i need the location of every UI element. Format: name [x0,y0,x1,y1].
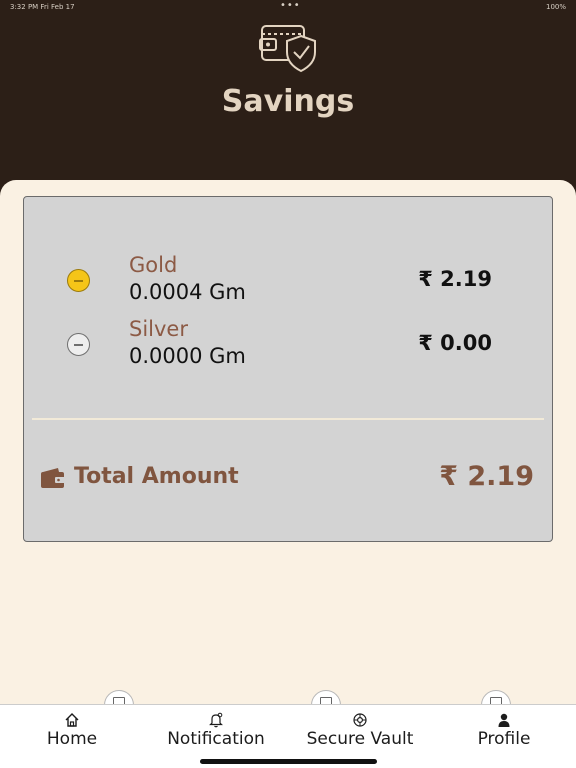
holding-row-gold[interactable]: Gold 0.0004 Gm ₹ 2.19 [24,253,552,305]
tab-notification[interactable]: Notification [144,712,288,752]
vault-icon [353,713,367,727]
holding-weight: 0.0004 Gm [129,280,246,304]
bell-icon [209,712,223,728]
person-icon [498,713,510,727]
holding-amount: ₹ 2.19 [418,267,492,291]
gold-coin-icon [67,269,90,292]
tab-label: Secure Vault [306,729,414,749]
holding-name: Gold [129,253,178,277]
total-label: Total Amount [74,464,239,489]
home-icon [65,713,79,727]
total-amount: ₹ 2.19 [439,461,534,492]
wallet-shield-icon [259,25,316,73]
total-row: Total Amount ₹ 2.19 [24,461,552,501]
tab-home[interactable]: Home [0,712,144,752]
divider [32,418,544,420]
holding-weight: 0.0000 Gm [129,344,246,368]
battery-status: 100% [545,3,566,11]
tab-label: Profile [477,729,531,749]
home-indicator[interactable] [200,759,377,764]
holding-row-silver[interactable]: Silver 0.0000 Gm ₹ 0.00 [24,317,552,369]
header: Savings [0,0,576,200]
silver-coin-icon [67,333,90,356]
status-time: 3:32 PM Fri Feb 17 [10,3,75,11]
tab-label: Home [46,729,98,749]
tab-profile[interactable]: Profile [432,712,576,752]
status-bar: 3:32 PM Fri Feb 17 ••• 100% [0,0,576,14]
multitasking-dots[interactable]: ••• [280,0,301,11]
wallet-icon [41,468,65,488]
holding-name: Silver [129,317,188,341]
tab-secure-vault[interactable]: Secure Vault [288,712,432,752]
savings-card: Gold 0.0004 Gm ₹ 2.19 Silver 0.0000 Gm ₹… [23,196,553,542]
page-title: Savings [221,84,355,119]
holding-amount: ₹ 0.00 [418,331,492,355]
tab-label: Notification [167,729,265,749]
